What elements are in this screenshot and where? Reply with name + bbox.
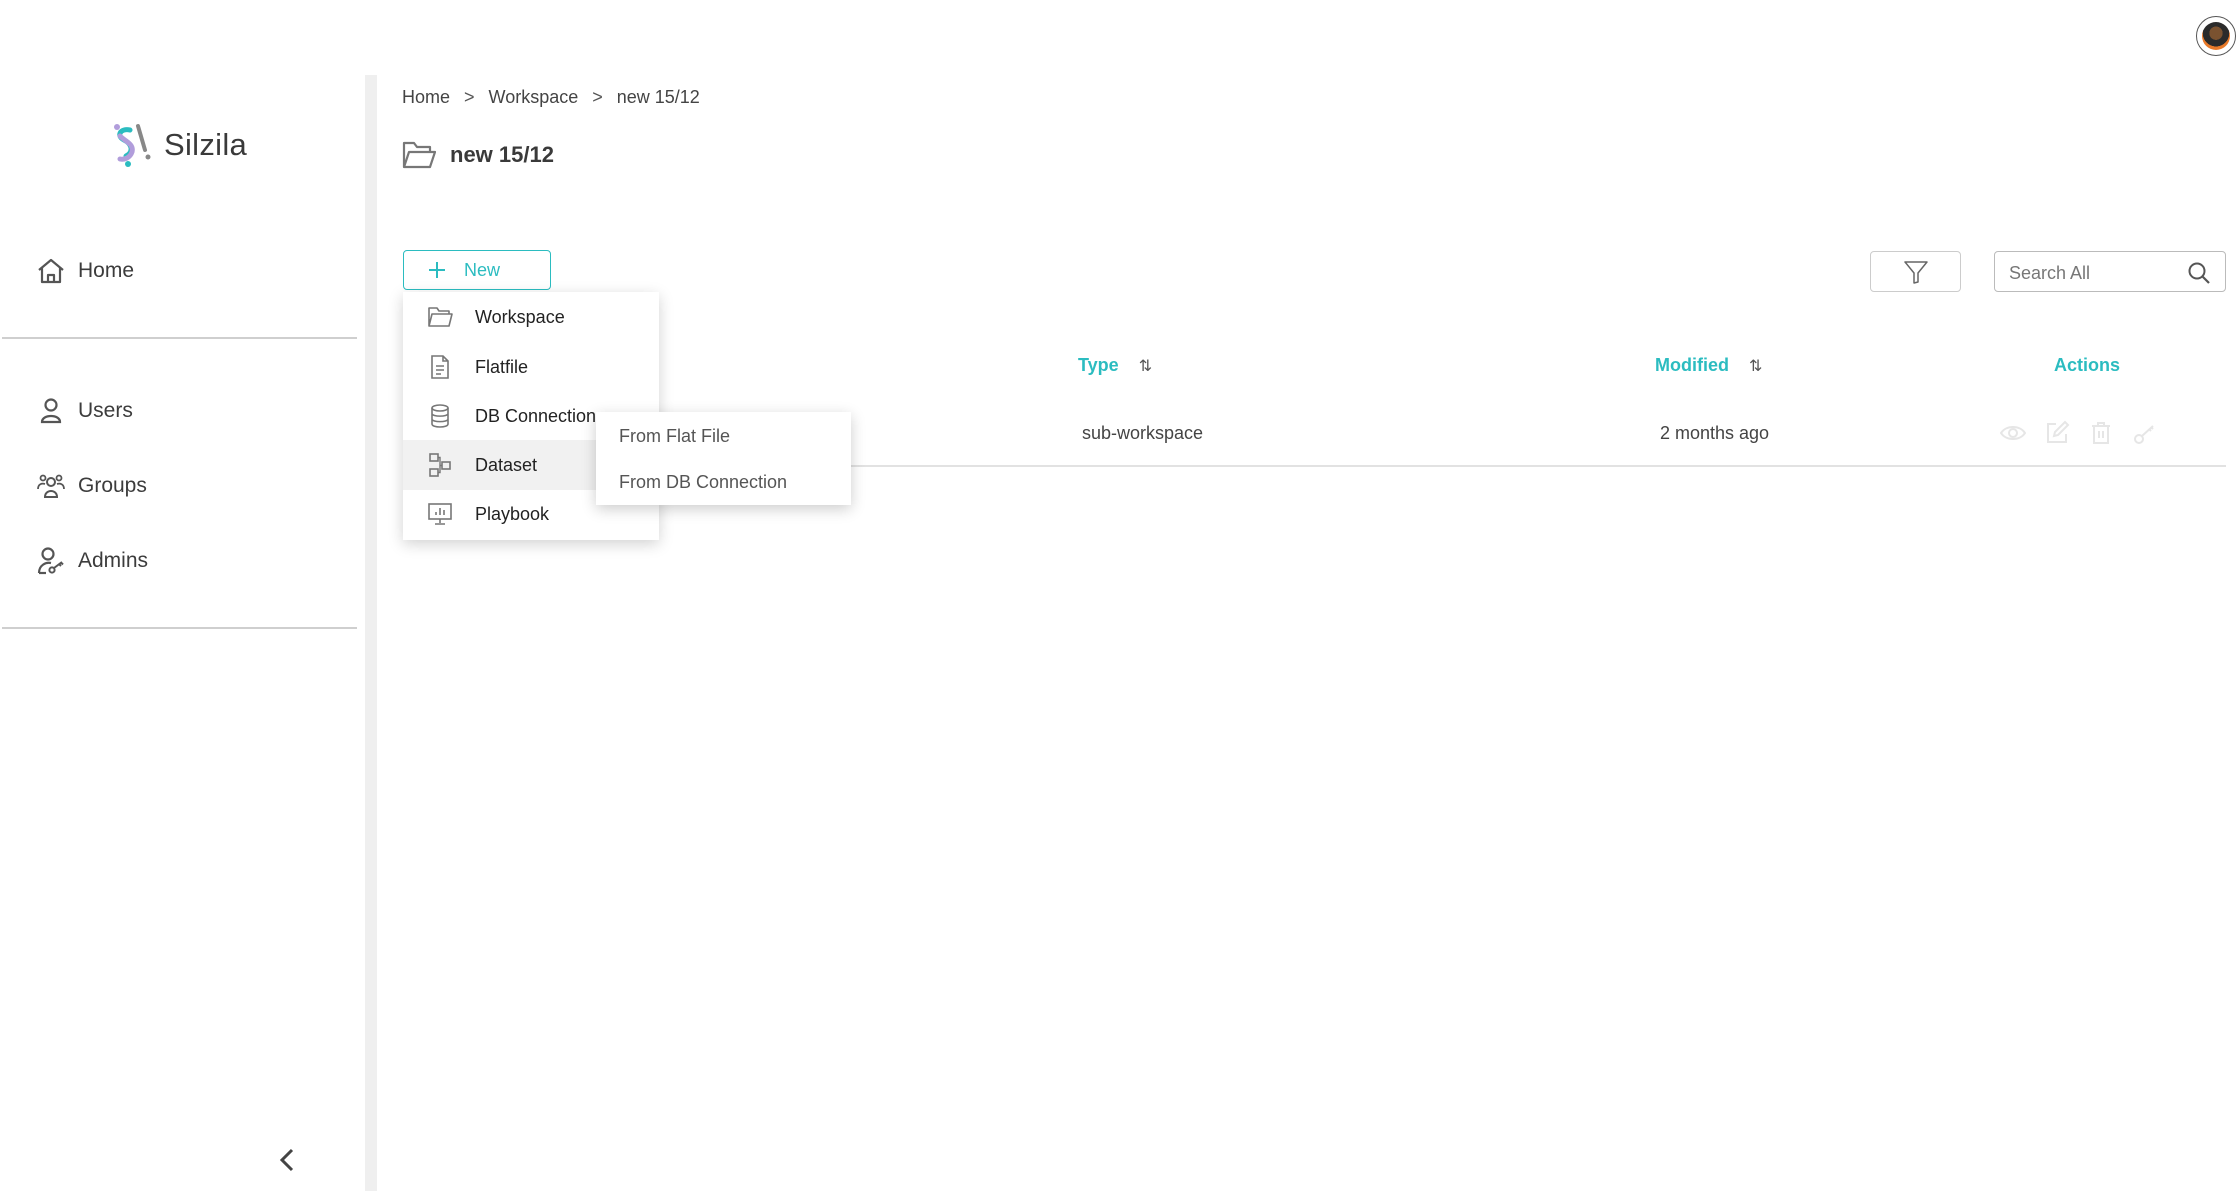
- edit-icon[interactable]: [2044, 420, 2070, 446]
- avatar-image: [2202, 22, 2230, 50]
- search-input[interactable]: [2007, 260, 2181, 286]
- sidebar-item-home[interactable]: Home: [36, 256, 134, 286]
- delete-icon[interactable]: [2088, 420, 2114, 446]
- user-icon: [40, 398, 62, 424]
- breadcrumb: Home > Workspace > new 15/12: [402, 87, 700, 108]
- search-box: [1994, 251, 2226, 292]
- page-title: new 15/12: [402, 140, 554, 170]
- column-header-label: Modified: [1655, 355, 1729, 375]
- breadcrumb-home[interactable]: Home: [402, 87, 450, 108]
- column-header-actions: Actions: [2054, 355, 2120, 376]
- new-button-label: New: [464, 259, 501, 280]
- playbook-icon: [428, 503, 452, 525]
- dataset-icon: [429, 453, 451, 477]
- folder-icon: [428, 307, 453, 327]
- home-icon: [38, 258, 64, 284]
- menu-item-label: DB Connection: [475, 405, 597, 426]
- key-icon[interactable]: [2132, 420, 2158, 446]
- menu-item-label: Flatfile: [475, 356, 529, 377]
- sidebar-divider: [2, 627, 357, 629]
- sidebar-scrollbar[interactable]: [365, 75, 377, 1191]
- chevron-left-icon[interactable]: [276, 1146, 300, 1174]
- plus-icon: [429, 262, 445, 278]
- sidebar-item-users[interactable]: Users: [36, 396, 133, 426]
- column-header-modified[interactable]: Modified ⇅: [1655, 355, 1762, 376]
- view-icon[interactable]: [2000, 420, 2026, 446]
- sidebar-item-admins[interactable]: Admins: [36, 546, 148, 576]
- breadcrumb-workspace[interactable]: Workspace: [489, 87, 579, 108]
- menu-item-label: Workspace: [475, 306, 565, 327]
- sidebar-item-label: Admins: [78, 549, 149, 572]
- new-button[interactable]: New: [403, 250, 551, 290]
- sort-icon[interactable]: ⇅: [1749, 356, 1762, 376]
- cell-modified: 2 months ago: [1660, 423, 1770, 443]
- sort-icon[interactable]: ⇅: [1139, 356, 1152, 376]
- menu-item-label: Playbook: [475, 503, 550, 524]
- app-logo[interactable]: Silzila: [112, 122, 247, 168]
- user-avatar[interactable]: [2196, 16, 2236, 56]
- sidebar-divider: [2, 337, 357, 339]
- menu-item-workspace[interactable]: Workspace: [403, 292, 659, 342]
- menu-item-flatfile[interactable]: Flatfile: [403, 342, 659, 392]
- admin-key-icon: [37, 547, 64, 575]
- dataset-submenu: From Flat File From DB Connection: [596, 412, 851, 505]
- sidebar: [0, 75, 365, 1191]
- database-icon: [431, 404, 449, 428]
- folder-open-icon: [402, 141, 436, 169]
- column-header-label: Actions: [2054, 355, 2121, 375]
- silzila-logo-icon: [114, 124, 151, 167]
- submenu-item-from-flat-file[interactable]: From Flat File: [619, 426, 730, 447]
- breadcrumb-current: new 15/12: [616, 87, 700, 107]
- sidebar-item-groups[interactable]: Groups: [36, 471, 147, 501]
- breadcrumb-separator: >: [592, 87, 603, 107]
- file-icon: [431, 355, 449, 379]
- sidebar-item-label: Groups: [78, 474, 147, 497]
- groups-icon: [37, 474, 65, 498]
- filter-button[interactable]: [1870, 251, 1961, 292]
- filter-icon: [1903, 260, 1928, 284]
- page-title-text: new 15/12: [450, 142, 554, 167]
- row-actions: [2000, 420, 2158, 446]
- app-name: Silzila: [164, 127, 248, 162]
- column-header-type[interactable]: Type ⇅: [1078, 355, 1152, 376]
- sidebar-item-label: Home: [78, 259, 135, 282]
- column-header-label: Type: [1078, 355, 1119, 375]
- breadcrumb-separator: >: [464, 87, 475, 107]
- cell-type: sub-workspace: [1082, 423, 1204, 443]
- menu-item-label: Dataset: [475, 454, 538, 475]
- sidebar-item-label: Users: [78, 399, 133, 422]
- search-icon[interactable]: [2187, 261, 2211, 285]
- submenu-item-from-db-connection[interactable]: From DB Connection: [619, 472, 787, 493]
